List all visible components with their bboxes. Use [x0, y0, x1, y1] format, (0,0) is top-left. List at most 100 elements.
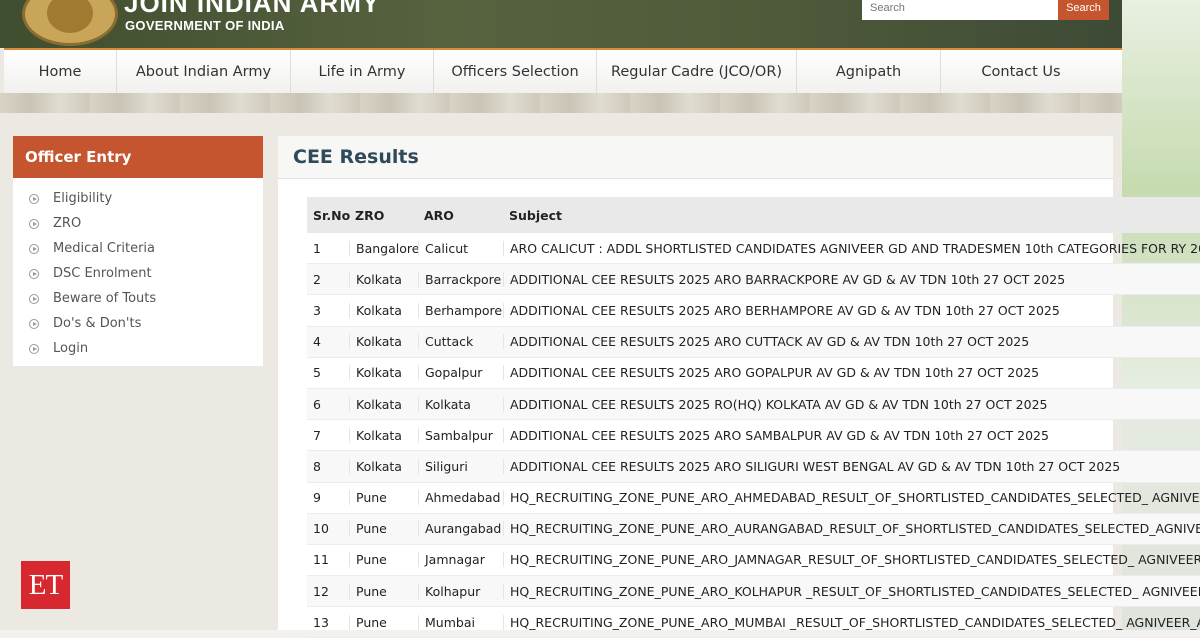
cell-subject-link[interactable]: ADDITIONAL CEE RESULTS 2025 ARO BARRACKP… [503, 271, 1200, 287]
nav-item-agnipath[interactable]: Agnipath [797, 50, 941, 94]
sidebar-item-label: DSC Enrolment [53, 266, 152, 281]
circle-arrow-icon [29, 293, 39, 304]
cell-sr-no: 11 [313, 552, 329, 568]
sidebar-item-label: Beware of Touts [53, 291, 157, 306]
sidebar-item-dsc-enrolment[interactable]: DSC Enrolment [13, 261, 263, 286]
nav-item-officers-selection[interactable]: Officers Selection [434, 50, 597, 94]
circle-arrow-icon [29, 218, 39, 229]
cell-zro: Kolkata [349, 396, 418, 412]
cell-zro: Kolkata [349, 427, 418, 443]
cell-subject-link[interactable]: HQ_RECRUITING_ZONE_PUNE_ARO_AHMEDABAD_RE… [503, 490, 1200, 506]
cell-subject-link[interactable]: ADDITIONAL CEE RESULTS 2025 ARO SAMBALPU… [503, 427, 1200, 443]
cell-sr-no: 6 [313, 396, 321, 412]
column-header-subject: Subject [509, 207, 562, 223]
table-row[interactable]: 2 Kolkata Barrackpore ADDITIONAL CEE RESULT… [307, 264, 1200, 296]
table-body: 1 Bangalore Calicut ARO CALICUT : ADDL SHOR… [307, 233, 1200, 638]
cell-sr-no: 3 [313, 302, 321, 318]
cell-sr-no: 10 [313, 521, 329, 537]
sidebar-item-label: Medical Criteria [53, 241, 155, 256]
cell-subject-link[interactable]: ADDITIONAL CEE RESULTS 2025 ARO CUTTACK … [503, 334, 1200, 350]
cell-sr-no: 4 [313, 334, 321, 350]
table-row[interactable]: 10 Pune Aurangabad HQ_RECRUITING_ZONE_PUNE_… [307, 513, 1200, 545]
cell-subject-link[interactable]: HQ_RECRUITING_ZONE_PUNE_ARO_AURANGABAD_R… [503, 521, 1200, 537]
army-emblem-logo[interactable] [22, 0, 118, 46]
sidebar-heading: Officer Entry [13, 136, 263, 178]
camouflage-strip [0, 93, 1122, 113]
cell-zro: Kolkata [349, 271, 418, 287]
table-row[interactable]: 7 Kolkata Sambalpur ADDITIONAL CEE RESULTS … [307, 420, 1200, 452]
nav-item-life-in-army[interactable]: Life in Army [291, 50, 434, 94]
sidebar-item-label: ZRO [53, 216, 82, 231]
column-header-zro: ZRO [355, 207, 385, 223]
results-table: Sr.No ZRO ARO Subject 1 Bangalore Calicut A… [307, 197, 1200, 638]
main-nav: Home About Indian Army Life in Army Offi… [4, 48, 1122, 95]
cell-zro: Kolkata [349, 302, 418, 318]
sidebar-item-eligibility[interactable]: Eligibility [13, 186, 263, 211]
sidebar-item-beware-of-touts[interactable]: Beware of Touts [13, 286, 263, 311]
sidebar-item-login[interactable]: Login [13, 336, 263, 361]
table-row[interactable]: 1 Bangalore Calicut ARO CALICUT : ADDL SHOR… [307, 233, 1200, 265]
table-row[interactable]: 12 Pune Kolhapur HQ_RECRUITING_ZONE_PUNE_AR… [307, 576, 1200, 608]
cell-aro: Ahmedabad [418, 490, 503, 506]
column-header-sr-no: Sr.No [313, 207, 351, 223]
circle-arrow-icon [29, 343, 39, 354]
sidebar-item-label: Login [53, 341, 89, 356]
cell-subject-link[interactable]: ADDITIONAL CEE RESULTS 2025 ARO GOPALPUR… [503, 365, 1200, 381]
column-header-aro: ARO [424, 207, 454, 223]
circle-arrow-icon [29, 243, 39, 254]
cell-sr-no: 8 [313, 458, 321, 474]
sidebar-item-label: Do's & Don'ts [53, 316, 142, 331]
cell-subject-link[interactable]: ADDITIONAL CEE RESULTS 2025 ARO SILIGURI… [503, 458, 1200, 474]
search-button[interactable]: Search [1058, 0, 1109, 20]
cell-subject-link[interactable]: ADDITIONAL CEE RESULTS 2025 RO(HQ) KOLKA… [503, 396, 1200, 412]
nav-item-about-indian-army[interactable]: About Indian Army [117, 50, 291, 94]
nav-item-regular-cadre[interactable]: Regular Cadre (JCO/OR) [597, 50, 797, 94]
cell-sr-no: 1 [313, 240, 321, 256]
et-watermark-logo: ET [21, 561, 70, 609]
cell-aro: Siliguri [418, 458, 503, 474]
cell-zro: Pune [349, 583, 418, 599]
cell-aro: Mumbai [418, 614, 503, 630]
cell-aro: Aurangabad [418, 521, 503, 537]
nav-item-home[interactable]: Home [4, 50, 117, 94]
site-subtitle: GOVERNMENT OF INDIA [125, 18, 285, 33]
sidebar: Officer Entry Eligibility ZRO Medical Cr… [13, 136, 263, 366]
cell-subject-link[interactable]: ARO CALICUT : ADDL SHORTLISTED CANDIDATE… [503, 240, 1200, 256]
sidebar-item-medical-criteria[interactable]: Medical Criteria [13, 236, 263, 261]
cell-aro: Kolkata [418, 396, 503, 412]
cell-zro: Pune [349, 521, 418, 537]
cell-aro: Calicut [418, 240, 503, 256]
cell-sr-no: 9 [313, 490, 321, 506]
cell-zro: Kolkata [349, 365, 418, 381]
cell-subject-link[interactable]: ADDITIONAL CEE RESULTS 2025 ARO BERHAMPO… [503, 302, 1200, 318]
table-row[interactable]: 4 Kolkata Cuttack ADDITIONAL CEE RESULTS 20… [307, 326, 1200, 358]
search-input[interactable] [862, 0, 1058, 20]
cell-subject-link[interactable]: HQ_RECRUITING_ZONE_PUNE_ARO_MUMBAI _RESU… [503, 614, 1200, 630]
cell-zro: Pune [349, 552, 418, 568]
sidebar-item-dos-donts[interactable]: Do's & Don'ts [13, 311, 263, 336]
table-header: Sr.No ZRO ARO Subject [307, 197, 1200, 233]
cell-sr-no: 5 [313, 365, 321, 381]
cell-zro: Pune [349, 614, 418, 630]
cell-aro: Gopalpur [418, 365, 503, 381]
cell-aro: Jamnagar [418, 552, 503, 568]
sidebar-list: Eligibility ZRO Medical Criteria DSC Enr… [13, 178, 263, 361]
table-row[interactable]: 8 Kolkata Siliguri ADDITIONAL CEE RESULTS 2… [307, 451, 1200, 483]
cell-subject-link[interactable]: HQ_RECRUITING_ZONE_PUNE_ARO_JAMNAGAR_RES… [503, 552, 1200, 568]
table-row[interactable]: 9 Pune Ahmedabad HQ_RECRUITING_ZONE_PUNE_AR… [307, 483, 1200, 514]
page-title: CEE Results [278, 136, 1113, 179]
site-title[interactable]: JOIN INDIAN ARMY [124, 0, 380, 19]
table-row[interactable]: 3 Kolkata Berhampore ADDITIONAL CEE RESULTS… [307, 295, 1200, 327]
table-row[interactable]: 13 Pune Mumbai HQ_RECRUITING_ZONE_PUNE_ARO_… [307, 607, 1200, 638]
table-row[interactable]: 6 Kolkata Kolkata ADDITIONAL CEE RESULTS 20… [307, 388, 1200, 421]
cell-sr-no: 12 [313, 583, 329, 599]
circle-arrow-icon [29, 193, 39, 204]
table-row[interactable]: 11 Pune Jamnagar HQ_RECRUITING_ZONE_PUNE_AR… [307, 545, 1200, 577]
cell-zro: Pune [349, 490, 418, 506]
sidebar-item-zro[interactable]: ZRO [13, 211, 263, 236]
table-row[interactable]: 5 Kolkata Gopalpur ADDITIONAL CEE RESULTS 2… [307, 358, 1200, 389]
cell-sr-no: 13 [313, 614, 329, 630]
nav-item-contact-us[interactable]: Contact Us [941, 50, 1101, 94]
cell-subject-link[interactable]: HQ_RECRUITING_ZONE_PUNE_ARO_KOLHAPUR _RE… [503, 583, 1200, 599]
sidebar-item-label: Eligibility [53, 191, 113, 206]
